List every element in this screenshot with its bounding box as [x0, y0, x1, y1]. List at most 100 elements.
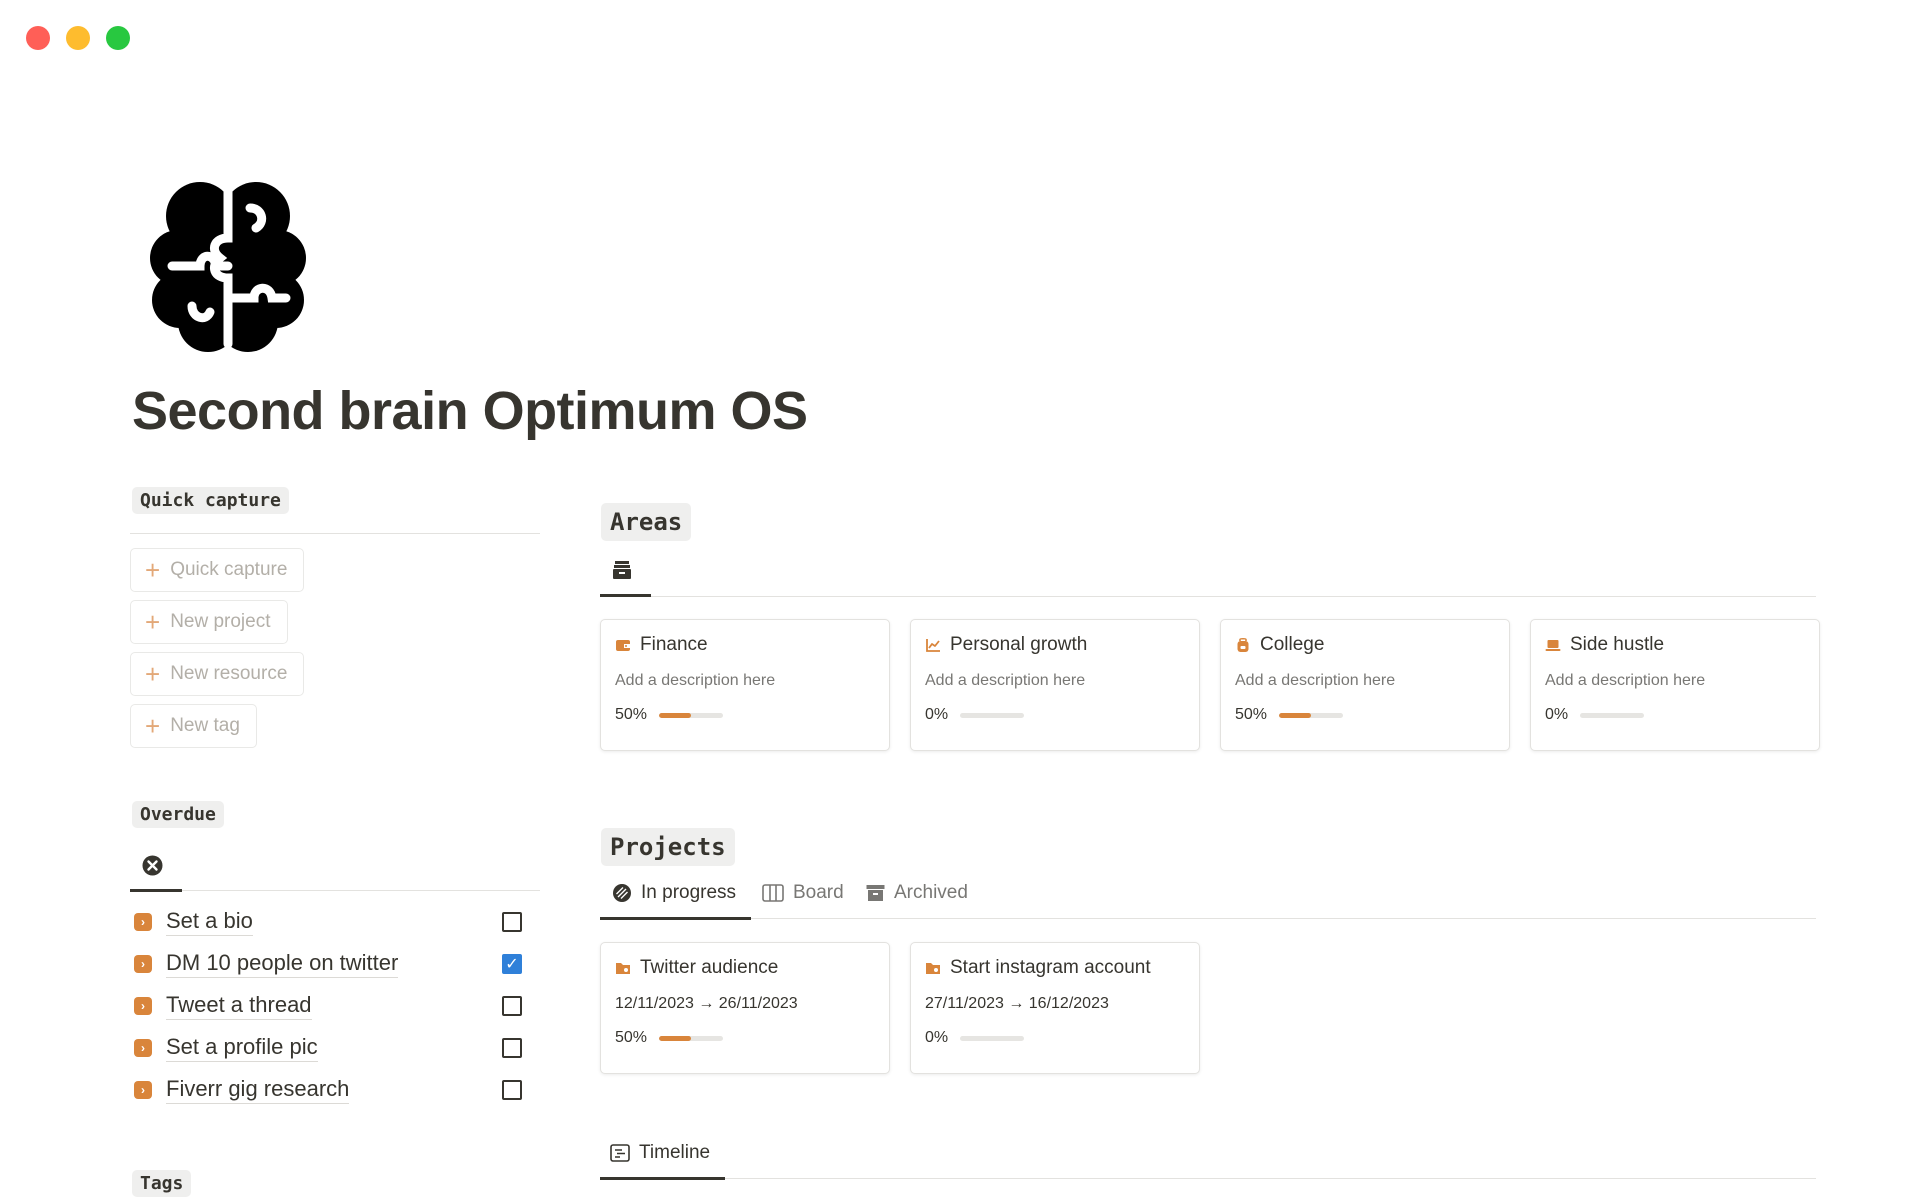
tab-board[interactable]: Board [762, 882, 844, 904]
brain-icon[interactable] [150, 178, 306, 354]
chart-line-icon [926, 639, 940, 652]
tab-label: Board [793, 882, 844, 903]
area-card-personal-growth[interactable]: Personal growth Add a description here 0… [910, 619, 1200, 751]
task-item[interactable]: › Set a bio [134, 905, 253, 939]
tab-label: Archived [894, 882, 968, 903]
new-tag-button[interactable]: + New tag [130, 704, 257, 748]
card-description: Add a description here [615, 672, 776, 689]
progress-bar [960, 1035, 1025, 1041]
overdue-heading: Overdue [132, 801, 224, 828]
task-arrow-icon: › [134, 955, 152, 973]
task-item[interactable]: › DM 10 people on twitter [134, 947, 399, 981]
progress-label: 0% [1545, 706, 1569, 723]
minimize-window-button[interactable] [66, 26, 90, 50]
button-label: Quick capture [170, 559, 288, 580]
card-description: Add a description here [1235, 672, 1396, 689]
card-title: Finance [640, 634, 708, 655]
progress-label: 50% [615, 706, 648, 723]
archive-icon[interactable] [612, 560, 632, 580]
progress-bar [1580, 712, 1645, 718]
task-checkbox[interactable] [502, 996, 522, 1016]
projects-heading: Projects [601, 828, 735, 866]
card-title: College [1260, 634, 1325, 655]
task-arrow-icon: › [134, 1039, 152, 1057]
progress-label: 50% [615, 1029, 648, 1046]
tab-underline [600, 917, 751, 920]
task-checkbox[interactable] [502, 1038, 522, 1058]
window-controls [26, 26, 130, 50]
progress-label: 50% [1235, 706, 1268, 723]
task-label: Set a bio [166, 908, 253, 936]
progress-bar [659, 712, 724, 718]
task-checkbox[interactable] [502, 1080, 522, 1100]
card-description: Add a description here [925, 672, 1086, 689]
tab-archived[interactable]: Archived [866, 882, 968, 904]
progress-bar [659, 1035, 724, 1041]
task-arrow-icon: › [134, 913, 152, 931]
page-title: Second brain Optimum OS [132, 381, 808, 441]
divider [751, 918, 1816, 919]
divider [182, 890, 540, 891]
maximize-window-button[interactable] [106, 26, 130, 50]
task-checkbox[interactable] [502, 912, 522, 932]
quick-capture-heading: Quick capture [132, 487, 289, 514]
tab-underline [130, 889, 182, 892]
quick-capture-button[interactable]: + Quick capture [130, 548, 305, 592]
new-project-button[interactable]: + New project [130, 600, 288, 644]
tab-timeline[interactable]: Timeline [610, 1142, 710, 1164]
progress-fill [1279, 712, 1312, 718]
close-window-button[interactable] [26, 26, 50, 50]
task-item[interactable]: › Fiverr gig research [134, 1073, 350, 1107]
area-card-side-hustle[interactable]: Side hustle Add a description here 0% [1530, 619, 1820, 751]
folder-icon [616, 963, 630, 974]
x-circle-icon[interactable] [142, 855, 163, 876]
wallet-icon [616, 640, 630, 651]
board-icon [762, 884, 784, 902]
progress-label: 0% [925, 706, 949, 723]
progress-fill [659, 1035, 692, 1041]
new-resource-button[interactable]: + New resource [130, 652, 305, 696]
tab-underline [600, 594, 651, 597]
button-label: New project [170, 611, 271, 632]
divider [130, 533, 540, 534]
progress-bar [1279, 712, 1344, 718]
tags-heading: Tags [132, 1170, 192, 1197]
card-dates: 27/11/2023 → 16/12/2023 [925, 995, 1109, 1012]
task-item[interactable]: › Tweet a thread [134, 989, 312, 1023]
task-arrow-icon: › [134, 1081, 152, 1099]
plus-icon: + [145, 711, 161, 741]
folder-icon [926, 963, 940, 974]
plus-icon: + [145, 607, 161, 637]
task-item[interactable]: › Set a profile pic [134, 1031, 318, 1065]
progress-icon [613, 884, 631, 902]
card-dates: 12/11/2023 → 26/11/2023 [615, 995, 798, 1012]
tab-label: In progress [641, 882, 737, 903]
plus-icon: + [145, 555, 161, 585]
area-card-finance[interactable]: Finance Add a description here 50% [600, 619, 890, 751]
tab-in-progress[interactable]: In progress [612, 882, 736, 904]
task-label: Set a profile pic [166, 1034, 318, 1062]
task-arrow-icon: › [134, 997, 152, 1015]
timeline-icon [610, 1144, 630, 1162]
tab-underline [600, 1177, 725, 1180]
task-label: Tweet a thread [166, 992, 312, 1020]
card-title: Side hustle [1570, 634, 1665, 655]
button-label: New resource [170, 663, 288, 684]
project-card-start-instagram[interactable]: Start instagram account 27/11/2023 → 16/… [910, 942, 1200, 1074]
progress-label: 0% [925, 1029, 949, 1046]
area-card-college[interactable]: College Add a description here 50% [1220, 619, 1510, 751]
task-label: Fiverr gig research [166, 1076, 350, 1104]
card-title: Twitter audience [640, 957, 779, 978]
divider [651, 596, 1816, 597]
backpack-icon [1237, 637, 1249, 652]
project-card-twitter-audience[interactable]: Twitter audience 12/11/2023 → 26/11/2023… [600, 942, 890, 1074]
plus-icon: + [145, 659, 161, 689]
areas-heading: Areas [601, 503, 692, 541]
task-label: DM 10 people on twitter [166, 950, 399, 978]
task-checkbox-checked[interactable]: ✓ [502, 954, 522, 974]
laptop-icon [1545, 640, 1561, 651]
card-title: Personal growth [950, 634, 1088, 655]
divider [725, 1178, 1816, 1179]
card-description: Add a description here [1545, 672, 1706, 689]
card-title: Start instagram account [950, 957, 1151, 978]
